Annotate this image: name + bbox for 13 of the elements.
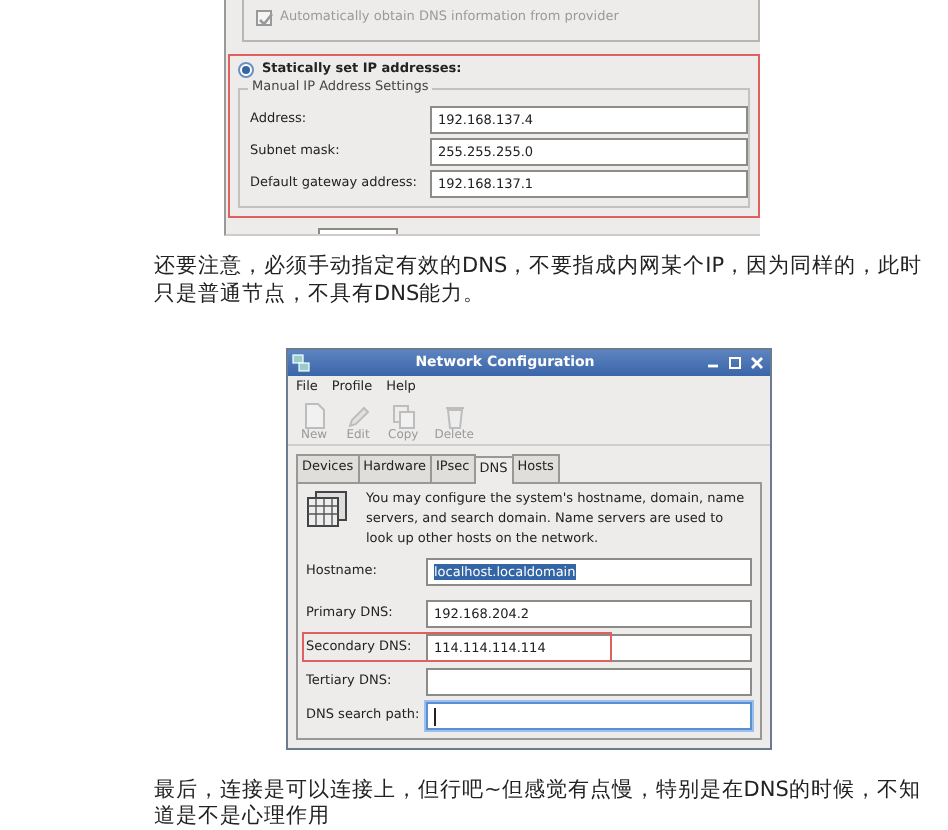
new-document-icon	[300, 401, 328, 430]
pencil-icon	[344, 401, 372, 430]
input-field[interactable]	[426, 667, 752, 696]
input-field[interactable]	[426, 701, 752, 730]
radio-button[interactable]	[238, 61, 254, 78]
trash-icon	[440, 401, 469, 430]
paragraph: 还要注意，必须手动指定有效的DNS，不要指成内网某个IP，因为同样的，此时只是普通节点，不具有DNS能力。	[154, 252, 925, 308]
paragraph: 最后，连接是可以连接上，但行吧~但感觉有点慢，特别是在DNS的时候，不知道是不是心理作用	[154, 778, 923, 830]
address-book-icon	[306, 490, 350, 531]
close-icon[interactable]	[748, 354, 766, 372]
maximize-icon[interactable]	[726, 354, 744, 372]
copy-icon	[389, 401, 418, 430]
network-icon	[292, 354, 310, 372]
